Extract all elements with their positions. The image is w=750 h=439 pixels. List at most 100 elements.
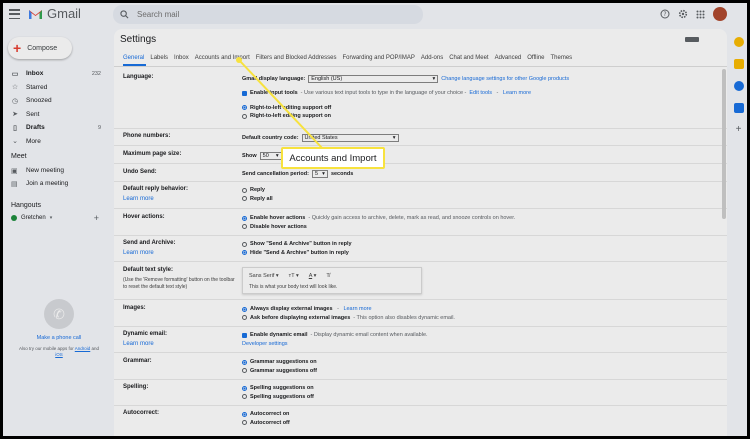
tab-advanced[interactable]: Advanced <box>495 55 522 61</box>
font-select[interactable]: Sans Serif ▾ <box>249 273 279 279</box>
search-bar[interactable] <box>113 5 423 24</box>
calendar-icon[interactable] <box>733 37 744 47</box>
autocorrect-on-radio[interactable] <box>242 411 247 417</box>
autocorrect-off-radio[interactable] <box>242 420 247 426</box>
rtl-off-option[interactable]: Right-to-left editing support off <box>242 104 569 113</box>
hangouts-user[interactable]: Gretchen ▾ + <box>3 212 107 224</box>
rtl-off-radio[interactable] <box>242 105 247 111</box>
always-display-option[interactable]: Always display external images - Learn m… <box>242 305 455 314</box>
rtl-on-option[interactable]: Right-to-left editing support on <box>242 112 569 121</box>
nav-item-starred[interactable]: ☆ Starred <box>3 81 103 95</box>
keep-icon[interactable] <box>733 59 744 69</box>
nav-item-snoozed[interactable]: ◷ Snoozed <box>3 94 103 108</box>
tab-general[interactable]: General <box>123 55 144 61</box>
enable-dynamic-checkbox[interactable] <box>242 332 247 338</box>
page-size-select[interactable]: 50 ▾ <box>259 151 282 160</box>
nav-item-more[interactable]: ⌄ More <box>3 135 103 149</box>
spelling-on-option[interactable]: Spelling suggestions on <box>242 384 314 393</box>
spelling-off-radio[interactable] <box>242 394 247 400</box>
display-language-select[interactable]: English (US) ▾ <box>308 74 439 83</box>
add-contact-button[interactable]: + <box>94 213 99 223</box>
change-language-link[interactable]: Change language settings for other Googl… <box>441 76 569 82</box>
chevron-down-icon: ▾ <box>49 215 53 221</box>
dynamic-email-title: Dynamic email: <box>123 331 168 337</box>
android-link[interactable]: Android <box>75 346 91 351</box>
reply-radio[interactable] <box>242 187 247 193</box>
hamburger-menu-icon[interactable] <box>9 9 20 19</box>
tab-labels[interactable]: Labels <box>150 55 168 61</box>
font-size-icon[interactable]: ᴛT ▾ <box>289 273 299 279</box>
input-tools-checkbox[interactable] <box>242 90 247 96</box>
input-tools-option[interactable]: Enable input tools - Use various text in… <box>242 89 569 98</box>
contacts-icon[interactable] <box>733 103 744 113</box>
mobile-apps-note: Also try our mobile apps for Android and… <box>11 346 107 359</box>
reply-all-radio[interactable] <box>242 196 247 202</box>
autocorrect-off-option[interactable]: Autocorrect off <box>242 419 290 428</box>
tab-add-ons[interactable]: Add-ons <box>421 55 443 61</box>
nav-item-inbox[interactable]: ▭ Inbox 232 <box>3 67 103 81</box>
always-display-radio[interactable] <box>242 306 247 312</box>
remove-formatting-icon[interactable]: T̸ <box>326 273 329 279</box>
spelling-on-radio[interactable] <box>242 385 247 391</box>
make-phone-call-link[interactable]: Make a phone call <box>11 335 107 341</box>
grammar-off-radio[interactable] <box>242 368 247 374</box>
ios-link[interactable]: iOS <box>55 352 63 357</box>
grammar-off-option[interactable]: Grammar suggestions off <box>242 367 317 376</box>
text-color-icon[interactable]: A ▾ <box>309 273 317 279</box>
developer-settings-link[interactable]: Developer settings <box>242 341 288 347</box>
country-code-select[interactable]: United States ▾ <box>301 133 399 142</box>
new-meeting-item[interactable]: ▣ New meeting <box>3 164 103 177</box>
nav-item-drafts[interactable]: ▯ Drafts 9 <box>3 121 103 135</box>
chevron-down-icon: ▾ <box>322 170 325 177</box>
grammar-on-option[interactable]: Grammar suggestions on <box>242 358 317 367</box>
rtl-on-radio[interactable] <box>242 113 247 119</box>
spelling-off-option[interactable]: Spelling suggestions off <box>242 393 314 402</box>
top-right-controls: ? <box>660 7 727 21</box>
show-send-archive-radio[interactable] <box>242 241 247 247</box>
display-language-value: English (US) <box>311 75 343 82</box>
tasks-icon[interactable] <box>733 81 744 91</box>
autocorrect-on-option[interactable]: Autocorrect on <box>242 410 290 419</box>
input-tools-keyboard-icon[interactable] <box>685 37 699 42</box>
tab-inbox[interactable]: Inbox <box>174 55 189 61</box>
enable-hover-radio[interactable] <box>242 215 247 221</box>
tab-filters-and-blocked-addresses[interactable]: Filters and Blocked Addresses <box>256 55 337 61</box>
edit-tools-link[interactable]: Edit tools <box>469 90 492 96</box>
search-input[interactable] <box>137 10 387 19</box>
gear-icon[interactable] <box>678 9 688 19</box>
tab-chat-and-meet[interactable]: Chat and Meet <box>449 55 488 61</box>
cancellation-period-select[interactable]: 5 ▾ <box>311 169 328 178</box>
ask-before-option[interactable]: Ask before displaying external images - … <box>242 314 455 323</box>
search-icon[interactable] <box>120 10 129 19</box>
send-archive-learn-more[interactable]: Learn more <box>123 250 238 258</box>
scrollbar[interactable] <box>722 69 726 219</box>
input-tools-learn-more[interactable]: Learn more <box>503 90 531 96</box>
enable-hover-option[interactable]: Enable hover actions - Quickly gain acce… <box>242 214 515 223</box>
disable-hover-option[interactable]: Disable hover actions <box>242 223 515 232</box>
compose-button[interactable]: + Compose <box>8 37 72 59</box>
text-style-editor[interactable]: Sans Serif ▾ ᴛT ▾ A ▾ T̸ This is what yo… <box>242 267 422 294</box>
reply-all-option[interactable]: Reply all <box>242 195 273 204</box>
help-icon[interactable]: ? <box>660 9 670 19</box>
disable-hover-radio[interactable] <box>242 224 247 230</box>
tab-themes[interactable]: Themes <box>551 55 573 61</box>
tab-forwarding-and-pop-imap[interactable]: Forwarding and POP/IMAP <box>342 55 414 61</box>
grammar-on-radio[interactable] <box>242 359 247 365</box>
hide-send-archive-radio[interactable] <box>242 250 247 256</box>
nav-item-sent[interactable]: ➤ Sent <box>3 108 103 122</box>
tab-accounts-and-import[interactable]: Accounts and Import <box>195 55 250 61</box>
apps-grid-icon[interactable] <box>696 10 705 19</box>
reply-learn-more[interactable]: Learn more <box>123 196 238 204</box>
dynamic-learn-more[interactable]: Learn more <box>123 341 238 349</box>
tab-offline[interactable]: Offline <box>527 55 544 61</box>
add-addon-icon[interactable]: + <box>734 125 744 135</box>
images-learn-more[interactable]: Learn more <box>343 306 371 312</box>
reply-option[interactable]: Reply <box>242 186 273 195</box>
avatar[interactable] <box>713 7 727 21</box>
show-send-archive-option[interactable]: Show "Send & Archive" button in reply <box>242 240 352 249</box>
gmail-logo[interactable]: Gmail <box>28 6 81 21</box>
join-meeting-item[interactable]: ▤ Join a meeting <box>3 177 103 190</box>
ask-before-radio[interactable] <box>242 315 247 321</box>
enable-dynamic-option[interactable]: Enable dynamic email - Display dynamic e… <box>242 331 428 340</box>
hide-send-archive-option[interactable]: Hide "Send & Archive" button in reply <box>242 249 352 258</box>
